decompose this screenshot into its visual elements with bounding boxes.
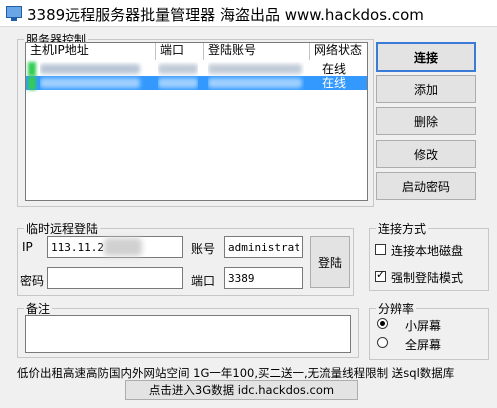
server-list[interactable]: 主机IP地址 端口 登陆账号 网络状态 在线 在线: [25, 42, 368, 201]
row-account: [208, 62, 304, 76]
force-login-label[interactable]: 强制登陆模式: [391, 269, 463, 286]
connect-button[interactable]: 连接: [376, 42, 476, 72]
local-disk-checkbox[interactable]: [375, 244, 386, 255]
redacted-ip-blur: [104, 238, 142, 256]
start-password-button[interactable]: 启动密码: [376, 172, 476, 200]
notes-textarea[interactable]: [25, 315, 351, 353]
table-row[interactable]: 在线: [26, 76, 367, 90]
password-input[interactable]: [47, 267, 183, 289]
title-bar[interactable]: 3389远程服务器批量管理器 海盗出品 www.hackdos.com: [0, 0, 497, 27]
resolution-legend: 分辨率: [378, 302, 415, 316]
port-label: 端口: [191, 274, 216, 288]
delete-button[interactable]: 删除: [376, 107, 476, 135]
account-label: 账号: [191, 242, 216, 256]
ip-label: IP: [22, 240, 33, 254]
password-label: 密码: [20, 274, 45, 288]
monitor-icon: [6, 6, 22, 21]
window-title: 3389远程服务器批量管理器 海盗出品 www.hackdos.com: [27, 6, 424, 24]
column-header-account[interactable]: 登陆账号: [204, 43, 310, 60]
row-port: [158, 76, 198, 90]
online-marker: [28, 76, 36, 90]
full-screen-radio[interactable]: [377, 337, 388, 348]
row-ip: [40, 76, 150, 90]
edit-button[interactable]: 修改: [376, 140, 476, 168]
account-input[interactable]: [224, 236, 303, 258]
row-ip: [40, 62, 150, 76]
temp-login-legend: 临时远程登陆: [26, 222, 99, 236]
add-button[interactable]: 添加: [376, 75, 476, 103]
idc-link-button[interactable]: 点击进入3G数据 idc.hackdos.com: [125, 380, 358, 400]
login-button[interactable]: 登陆: [310, 236, 350, 288]
small-screen-label[interactable]: 小屏幕: [405, 317, 441, 334]
local-disk-label[interactable]: 连接本地磁盘: [391, 242, 463, 259]
small-screen-radio[interactable]: [377, 318, 388, 329]
row-status: 在线: [322, 62, 347, 76]
table-row[interactable]: 在线: [26, 62, 367, 76]
row-port: [158, 62, 198, 76]
row-account: [208, 76, 304, 90]
connect-mode-legend: 连接方式: [378, 222, 427, 236]
force-login-checkbox[interactable]: [375, 268, 386, 282]
ad-text: 低价出租高速高防国内外网站空间 1G一年100,买二送一,无流量线程限制 送sq…: [17, 366, 455, 380]
full-screen-label[interactable]: 全屏幕: [405, 336, 441, 353]
column-header-port[interactable]: 端口: [156, 43, 204, 60]
column-header-ip[interactable]: 主机IP地址: [26, 43, 156, 60]
online-marker: [28, 62, 36, 76]
column-header-status[interactable]: 网络状态: [310, 43, 367, 60]
row-status: 在线: [322, 76, 347, 90]
port-input[interactable]: [224, 267, 303, 289]
